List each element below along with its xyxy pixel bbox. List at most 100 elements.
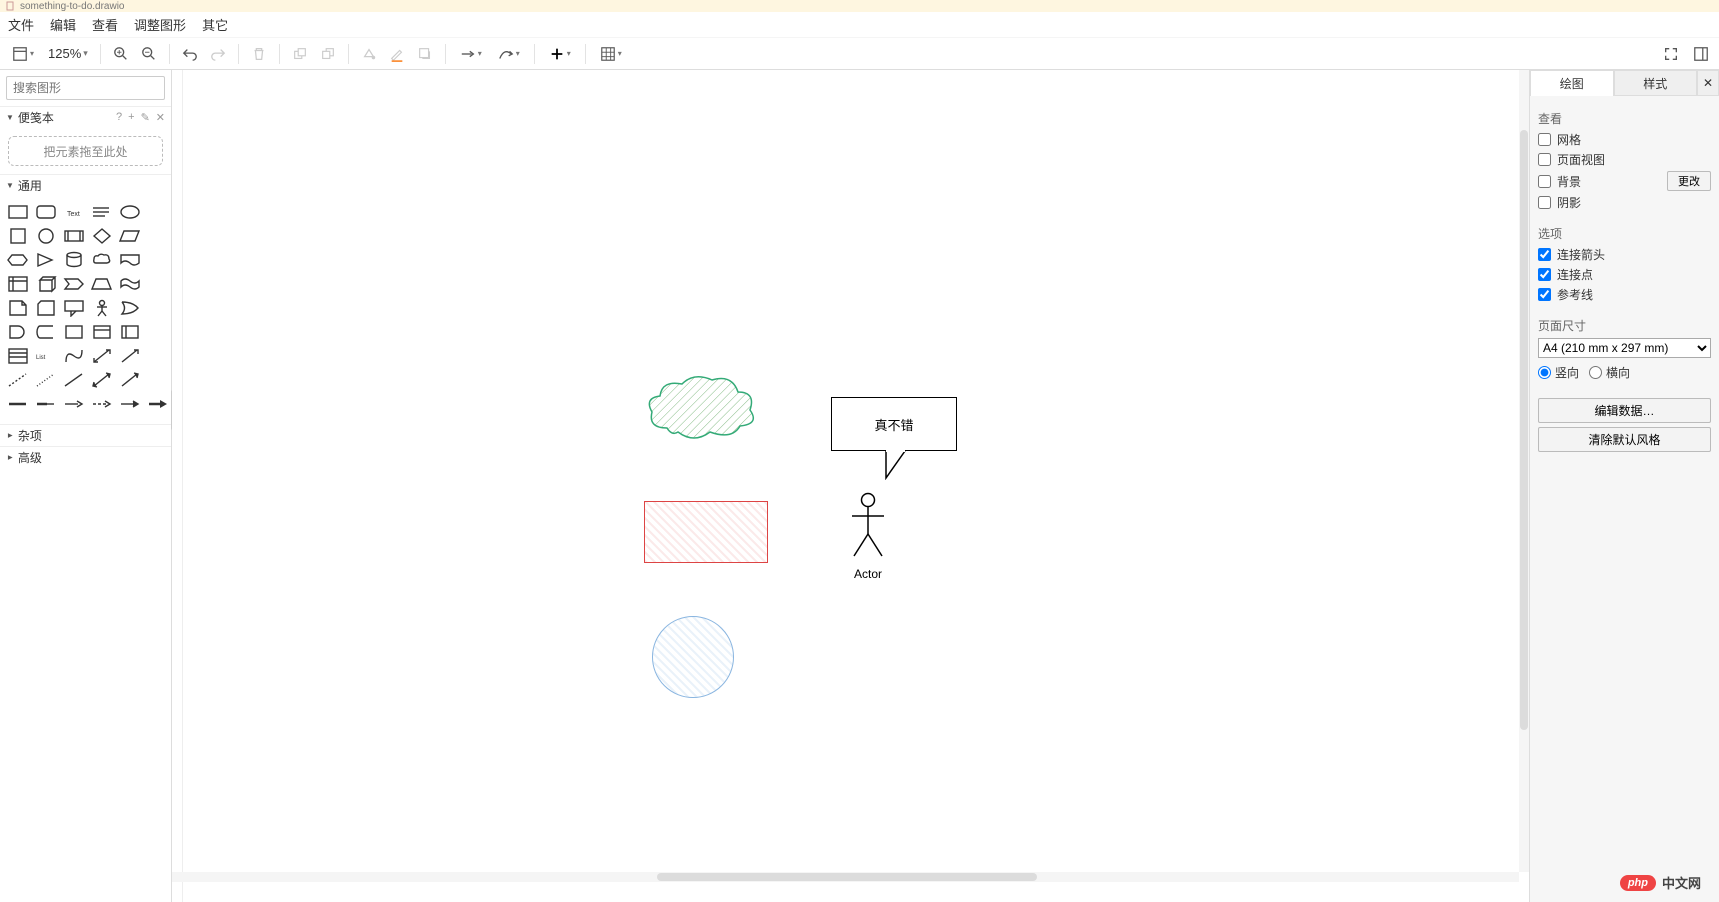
advanced-section-header[interactable]: ▼ 高级: [0, 446, 171, 468]
shape-container-h[interactable]: [90, 322, 114, 342]
shape-list[interactable]: [6, 346, 30, 366]
shape-curve[interactable]: [62, 346, 86, 366]
edit-data-button[interactable]: 编辑数据…: [1538, 398, 1711, 423]
close-icon[interactable]: ✕: [156, 111, 165, 124]
fullscreen-button[interactable]: [1659, 42, 1683, 66]
shape-triangle[interactable]: [34, 250, 58, 270]
shape-and[interactable]: [6, 322, 30, 342]
canvas-rectangle-shape[interactable]: [644, 501, 768, 563]
shape-link2[interactable]: [34, 394, 58, 414]
shape-arrow[interactable]: [118, 346, 142, 366]
shadow-checkbox[interactable]: [1538, 196, 1551, 209]
help-icon[interactable]: ?: [116, 111, 122, 124]
general-section-header[interactable]: ▼ 通用: [0, 174, 171, 196]
waypoints-dropdown[interactable]: ▾: [492, 42, 526, 66]
horizontal-scrollbar[interactable]: [172, 872, 1519, 882]
landscape-radio[interactable]: [1589, 366, 1602, 379]
shape-bidir-connect[interactable]: [90, 370, 114, 390]
to-front-button[interactable]: [288, 42, 312, 66]
shape-ellipse[interactable]: [118, 202, 142, 222]
canvas-cloud-shape[interactable]: [642, 370, 762, 446]
tab-close-button[interactable]: ✕: [1697, 70, 1719, 96]
shape-bidir-arrow[interactable]: [90, 346, 114, 366]
guides-checkbox[interactable]: [1538, 288, 1551, 301]
menu-other[interactable]: 其它: [202, 15, 228, 34]
menu-adjust[interactable]: 调整图形: [134, 15, 186, 34]
redo-button[interactable]: [206, 42, 230, 66]
grid-checkbox[interactable]: [1538, 133, 1551, 146]
shape-callout[interactable]: [62, 298, 86, 318]
shape-datastore[interactable]: [34, 322, 58, 342]
shape-link3[interactable]: [62, 394, 86, 414]
shape-text[interactable]: Text: [62, 202, 86, 222]
shape-or[interactable]: [118, 298, 142, 318]
shape-process[interactable]: [62, 226, 86, 246]
shape-internal-storage[interactable]: [6, 274, 30, 294]
background-checkbox[interactable]: [1538, 175, 1551, 188]
table-dropdown[interactable]: ▾: [594, 42, 628, 66]
portrait-radio[interactable]: [1538, 366, 1551, 379]
menu-edit[interactable]: 编辑: [50, 15, 76, 34]
vertical-scrollbar[interactable]: [1519, 70, 1529, 872]
clear-default-style-button[interactable]: 清除默认风格: [1538, 427, 1711, 452]
shape-hexagon[interactable]: [6, 250, 30, 270]
scratchpad-section-header[interactable]: ▼ 便笺本 ? + ✎ ✕: [0, 106, 171, 128]
shape-circle[interactable]: [34, 226, 58, 246]
shape-roundrect[interactable]: [34, 202, 58, 222]
shape-cube[interactable]: [34, 274, 58, 294]
search-shapes-box[interactable]: [6, 76, 165, 100]
scratchpad-dropzone[interactable]: 把元素拖至此处: [8, 136, 163, 166]
canvas-area[interactable]: 真不错 Actor: [172, 70, 1529, 902]
shadow-button[interactable]: [413, 42, 437, 66]
line-color-button[interactable]: [385, 42, 409, 66]
connect-points-checkbox[interactable]: [1538, 268, 1551, 281]
connect-arrows-checkbox[interactable]: [1538, 248, 1551, 261]
shape-container-v[interactable]: [118, 322, 142, 342]
menu-view[interactable]: 查看: [92, 15, 118, 34]
shape-parallelogram[interactable]: [118, 226, 142, 246]
shape-link6[interactable]: [146, 394, 170, 414]
menu-file[interactable]: 文件: [8, 15, 34, 34]
misc-section-header[interactable]: ▼ 杂项: [0, 424, 171, 446]
canvas-circle-shape[interactable]: [652, 616, 734, 698]
page-size-select[interactable]: A4 (210 mm x 297 mm): [1538, 338, 1711, 358]
pageview-checkbox[interactable]: [1538, 153, 1551, 166]
zoom-dropdown[interactable]: 125% ▾: [44, 46, 92, 61]
change-background-button[interactable]: 更改: [1667, 171, 1711, 191]
to-back-button[interactable]: [316, 42, 340, 66]
shape-tape[interactable]: [118, 274, 142, 294]
delete-button[interactable]: [247, 42, 271, 66]
shape-dir-connect[interactable]: [118, 370, 142, 390]
shape-dashed-line[interactable]: [6, 370, 30, 390]
shape-document[interactable]: [118, 250, 142, 270]
shape-rect[interactable]: [6, 202, 30, 222]
edit-icon[interactable]: ✎: [141, 111, 150, 124]
shape-link[interactable]: [6, 394, 30, 414]
tab-style[interactable]: 样式: [1614, 70, 1698, 96]
shape-textbox[interactable]: [90, 202, 114, 222]
format-panel-toggle[interactable]: [1689, 42, 1713, 66]
shape-square[interactable]: [6, 226, 30, 246]
shape-link4[interactable]: [90, 394, 114, 414]
connection-dropdown[interactable]: ▾: [454, 42, 488, 66]
shape-container[interactable]: [62, 322, 86, 342]
zoom-out-button[interactable]: [137, 42, 161, 66]
shape-diamond[interactable]: [90, 226, 114, 246]
shape-list-item[interactable]: List: [34, 346, 58, 366]
shape-step[interactable]: [62, 274, 86, 294]
canvas-callout-shape[interactable]: 真不错: [831, 397, 957, 481]
view-mode-dropdown[interactable]: ▾: [6, 42, 40, 66]
add-icon[interactable]: +: [128, 111, 134, 124]
shape-card[interactable]: [34, 298, 58, 318]
shape-line[interactable]: [62, 370, 86, 390]
canvas-actor-shape[interactable]: Actor: [848, 492, 888, 581]
shape-link5[interactable]: [118, 394, 142, 414]
shape-dotted-line[interactable]: [34, 370, 58, 390]
shape-cloud[interactable]: [90, 250, 114, 270]
shape-note[interactable]: [6, 298, 30, 318]
undo-button[interactable]: [178, 42, 202, 66]
insert-dropdown[interactable]: ▾: [543, 42, 577, 66]
shape-cylinder[interactable]: [62, 250, 86, 270]
shape-trapezoid[interactable]: [90, 274, 114, 294]
shape-actor[interactable]: [90, 298, 114, 318]
